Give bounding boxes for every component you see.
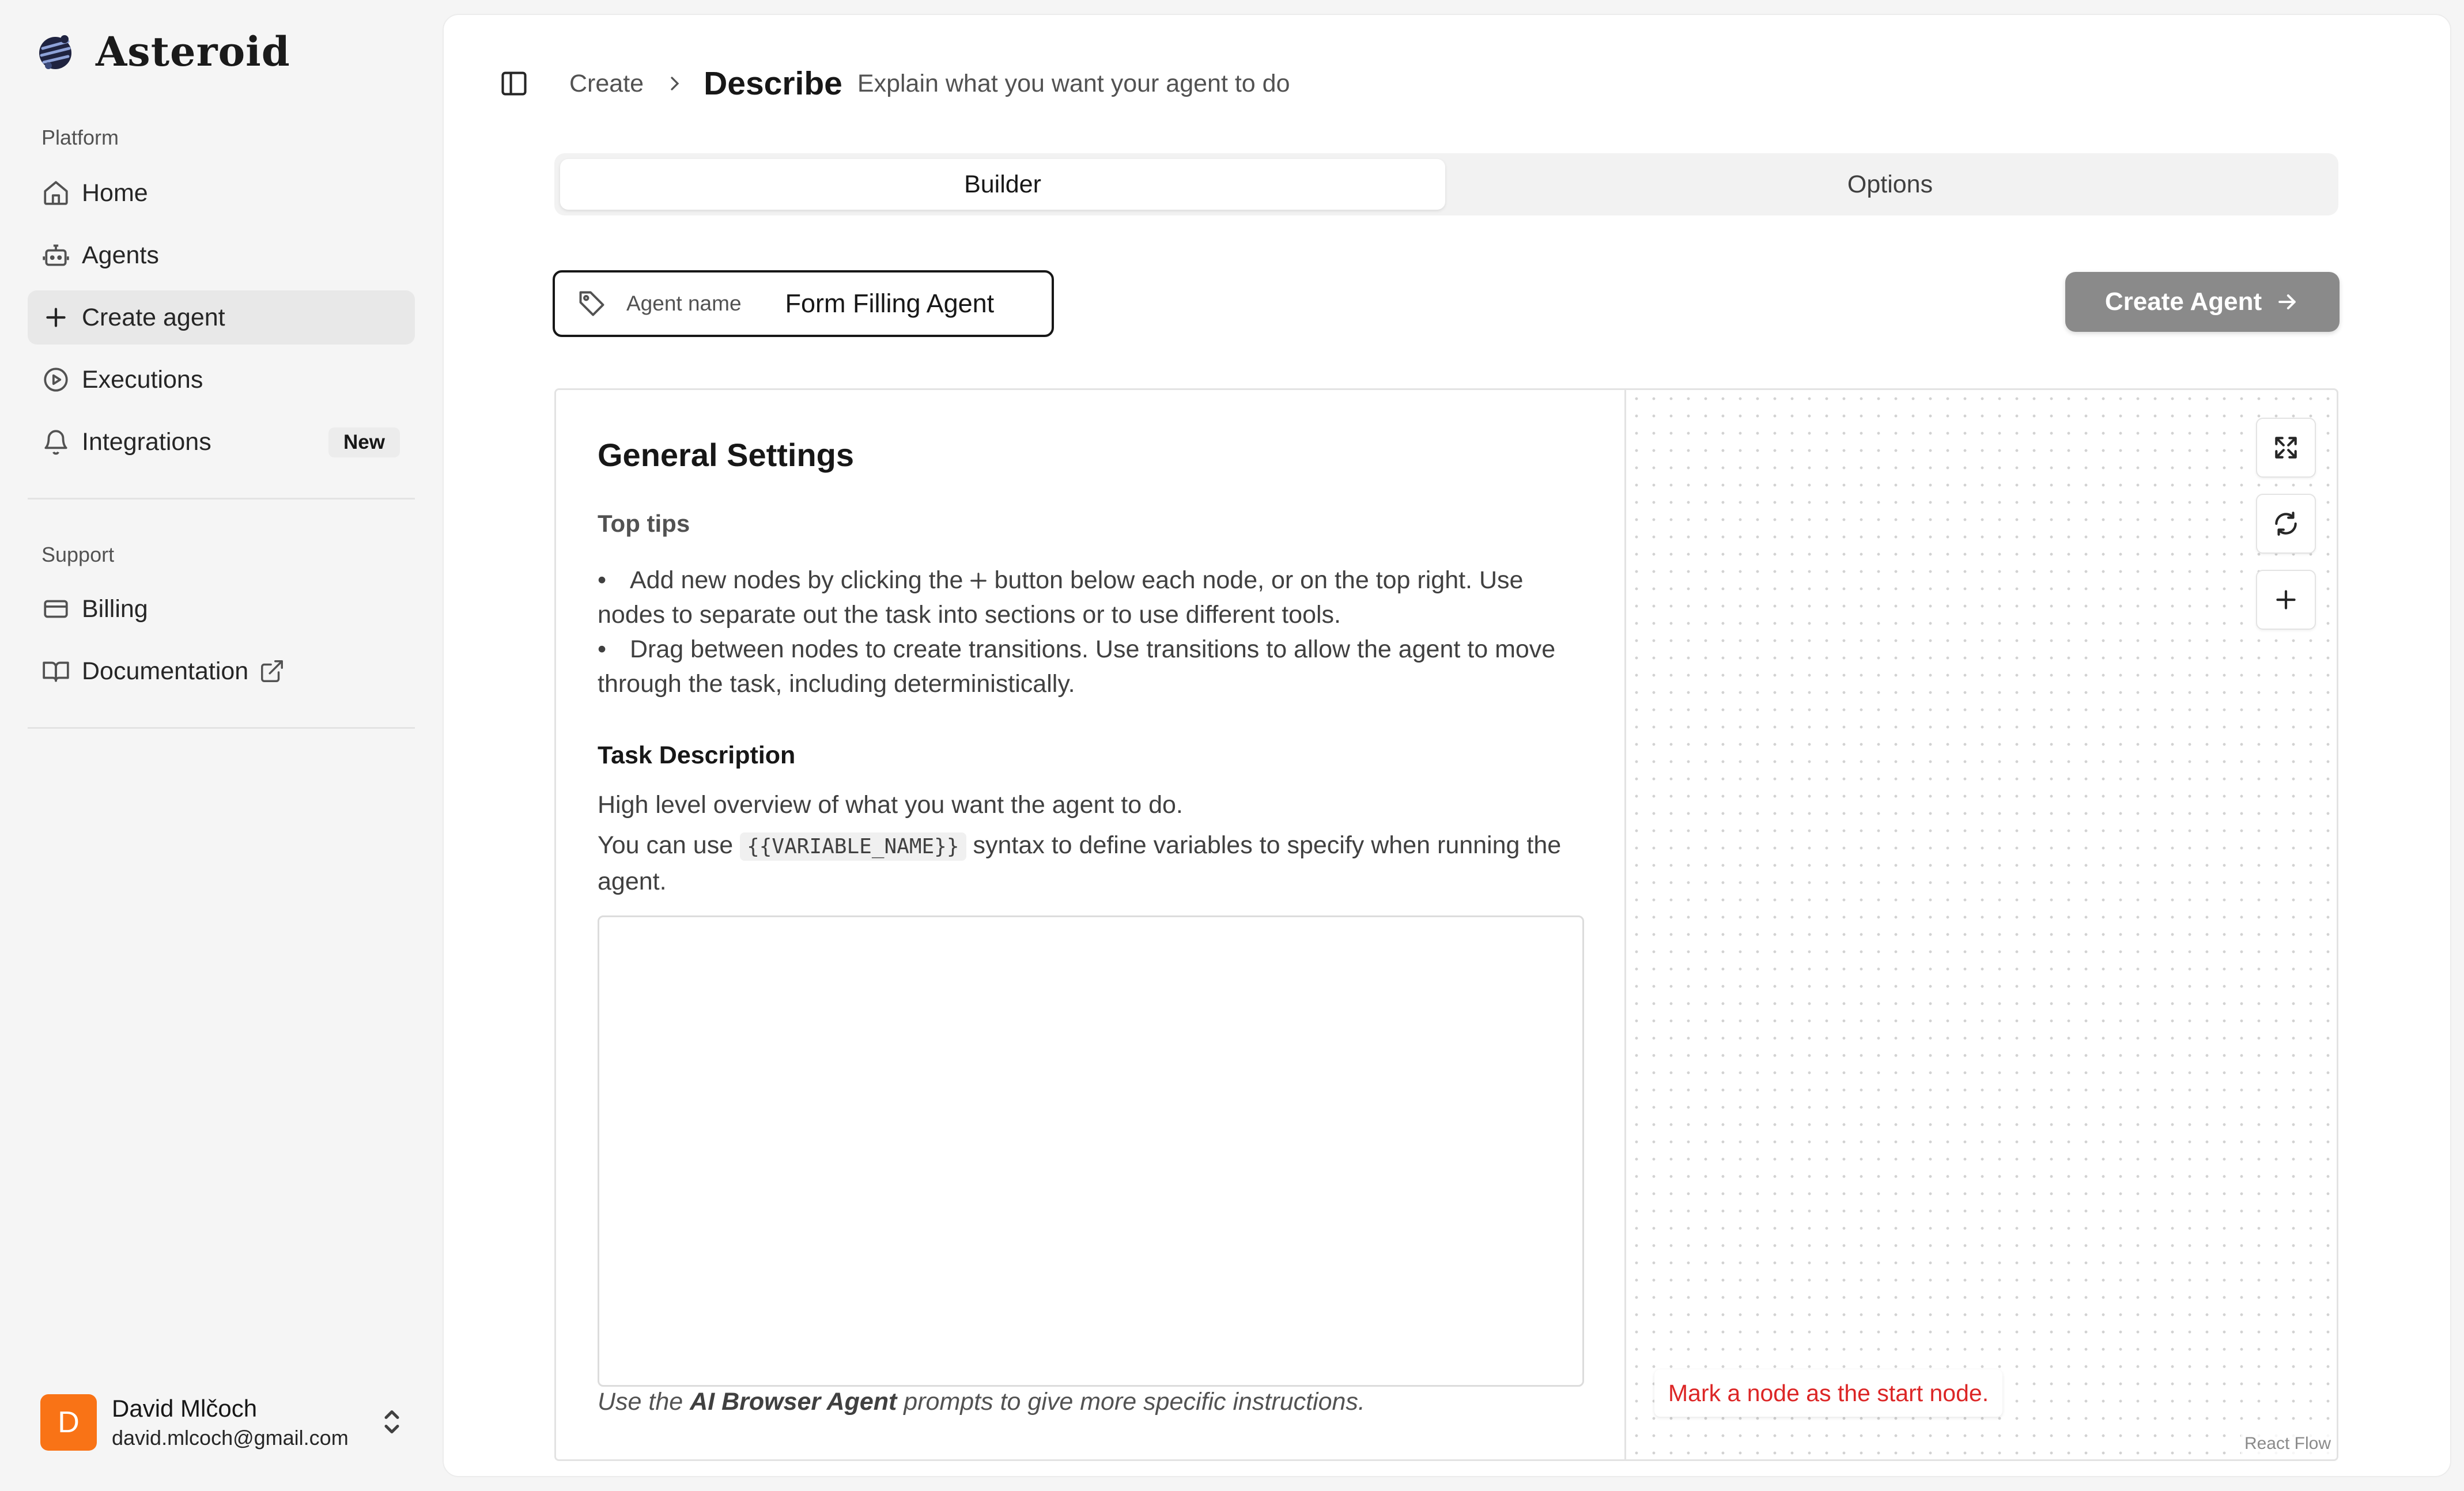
- play-circle-icon: [44, 368, 68, 392]
- page-title: Describe: [704, 65, 842, 102]
- create-agent-button[interactable]: Create Agent: [2065, 272, 2340, 332]
- credit-card-icon: [44, 600, 68, 618]
- sidebar-item-label: Billing: [82, 595, 148, 623]
- general-settings-panel: General Settings Top tips • Add new nodes…: [556, 390, 1626, 1459]
- create-agent-label: Create Agent: [2104, 287, 2262, 316]
- platform-group-label: Platform: [41, 126, 119, 149]
- task-overview-text: High level overview of what you want the…: [598, 791, 1183, 819]
- user-menu[interactable]: D David Mlčoch david.mlcoch@gmail.com: [40, 1391, 409, 1454]
- arrow-right-icon: [2278, 294, 2296, 310]
- chevrons-up-down-icon[interactable]: [375, 1405, 409, 1439]
- home-icon: [44, 181, 68, 205]
- tip-item: • Add new nodes by clicking the button bel…: [598, 566, 1524, 629]
- agent-name-input[interactable]: [785, 289, 1027, 319]
- avatar: D: [40, 1394, 97, 1451]
- breadcrumb-create-link[interactable]: Create: [569, 70, 644, 98]
- tip-item: • Drag between nodes to create transition…: [598, 635, 1556, 698]
- tips-list: • Add new nodes by clicking the button bel…: [598, 563, 1589, 701]
- variables-help-text: You can use {{VARIABLE_NAME}} syntax to …: [598, 831, 1562, 895]
- sidebar-item-label: Agents: [82, 241, 159, 269]
- bell-icon: [44, 430, 67, 455]
- bot-icon: [43, 244, 69, 266]
- tab-builder[interactable]: Builder: [560, 159, 1445, 210]
- sidebar-item-label: Create agent: [82, 303, 225, 331]
- tips-title: Top tips: [598, 510, 690, 537]
- user-name: David Mlčoch: [112, 1395, 258, 1422]
- builder-panel: General Settings Top tips • Add new nodes…: [554, 388, 2338, 1461]
- sidebar-item-executions[interactable]: Executions: [28, 353, 415, 407]
- book-icon: [43, 661, 69, 682]
- sidebar-item-label: Integrations: [82, 427, 211, 456]
- sidebar-item-agents[interactable]: Agents: [28, 228, 415, 282]
- tab-options[interactable]: Options: [1448, 159, 2333, 210]
- sidebar-item-create-agent[interactable]: Create agent: [28, 290, 415, 345]
- settings-title: General Settings: [598, 437, 855, 473]
- sidebar-item-label: Executions: [82, 365, 203, 393]
- fit-view-button[interactable]: [2256, 418, 2316, 478]
- sidebar-item-billing[interactable]: Billing: [28, 582, 415, 636]
- asteroid-logo-icon: [39, 35, 71, 69]
- new-badge: New: [328, 427, 400, 457]
- sidebar-toggle-icon[interactable]: [499, 69, 529, 99]
- sidebar-item-label: Documentation: [82, 657, 249, 685]
- expand-icon: [2275, 437, 2297, 459]
- sidebar-item-label: Home: [82, 179, 148, 207]
- external-link-icon: [261, 660, 284, 682]
- sidebar-item-home[interactable]: Home: [28, 166, 415, 220]
- brand-name: Asteroid: [96, 28, 290, 75]
- plus-icon: [2276, 590, 2296, 610]
- tab-list: Builder Options: [554, 153, 2338, 215]
- refresh-icon: [2275, 512, 2297, 536]
- user-email: david.mlcoch@gmail.com: [112, 1426, 349, 1450]
- refresh-layout-button[interactable]: [2256, 494, 2316, 554]
- task-description-title: Task Description: [598, 741, 796, 769]
- add-node-button[interactable]: [2256, 570, 2316, 630]
- sidebar-item-documentation[interactable]: Documentation: [28, 644, 415, 698]
- agent-name-field[interactable]: Agent name: [553, 270, 1054, 337]
- tag-icon: [579, 291, 604, 316]
- plus-icon: [970, 573, 987, 589]
- sidebar-divider: [28, 727, 415, 729]
- sidebar: Asteroid Platform Home Agents Create age…: [0, 0, 441, 1491]
- flow-canvas[interactable]: Mark a node as the start node. React Flo…: [1628, 390, 2337, 1459]
- agent-name-label: Agent name: [626, 292, 742, 315]
- variable-syntax-code: {{VARIABLE_NAME}}: [740, 832, 966, 861]
- sidebar-divider: [28, 498, 415, 499]
- task-description-input[interactable]: [598, 915, 1584, 1387]
- support-group-label: Support: [41, 543, 115, 566]
- brand[interactable]: Asteroid: [35, 28, 290, 75]
- sidebar-item-integrations[interactable]: Integrations New: [28, 415, 415, 469]
- breadcrumb: Create Describe Explain what you want yo…: [499, 52, 1290, 115]
- start-node-warning: Mark a node as the start node.: [1654, 1369, 2003, 1417]
- react-flow-attribution[interactable]: React Flow: [2240, 1433, 2334, 1455]
- chevron-right-icon: [671, 77, 679, 90]
- prompt-hint: Use the AI Browser Agent prompts to give…: [598, 1388, 1365, 1416]
- plus-icon: [46, 308, 66, 327]
- page-description: Explain what you want your agent to do: [857, 69, 1290, 97]
- main-panel: Create Describe Explain what you want yo…: [443, 14, 2451, 1477]
